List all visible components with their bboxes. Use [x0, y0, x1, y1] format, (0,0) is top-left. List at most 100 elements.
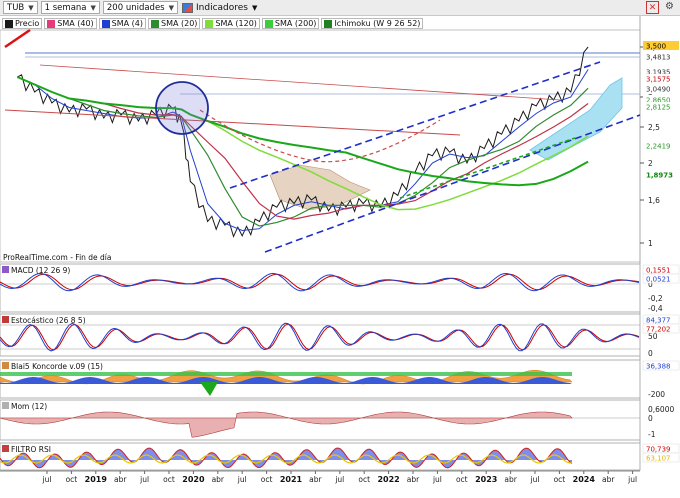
rsi-area — [0, 448, 572, 468]
indicator-tick-label: 0,6000 — [648, 405, 674, 414]
indicator-tick-label: -1 — [648, 430, 656, 439]
rsi-signal-line — [0, 454, 573, 464]
indicator-legend: Precio SMA (40) SMA (4) SMA (20) SMA (120) SM… — [2, 18, 424, 29]
toolbar: TUB ▼ 1 semana ▼ 200 unidades ▼ Indicado… — [0, 0, 680, 16]
indicator-title: MACD (12 26 9) — [11, 266, 70, 275]
legend-label: Ichimoku (W 9 26 52) — [334, 19, 421, 28]
legend-item[interactable]: SMA (200) — [261, 18, 320, 29]
indicator-panel — [0, 313, 641, 357]
indicator-icon — [2, 266, 9, 273]
indicator-title: Estocástico (26 8 5) — [11, 316, 86, 325]
time-tick-label: 2023 — [475, 475, 497, 484]
rsi-line — [0, 447, 573, 469]
channel-lower-line — [264, 114, 641, 253]
indicator-tag: 84,377 — [646, 317, 671, 325]
price-tick-label: 3,5 — [648, 43, 660, 52]
legend-item[interactable]: Ichimoku (W 9 26 52) — [321, 18, 424, 29]
chevron-down-icon: ▼ — [252, 3, 258, 12]
chevron-down-icon: ▼ — [28, 3, 34, 12]
indicator-icon — [2, 362, 9, 369]
chevron-down-icon: ▼ — [168, 3, 175, 12]
support-line — [399, 137, 576, 199]
price-tag: 2,8650 — [646, 97, 671, 105]
time-tick-label: jul — [530, 475, 540, 484]
legend-item[interactable]: SMA (40) — [44, 18, 97, 29]
indicator-tag-bg — [642, 264, 680, 275]
channel-upper-line — [229, 61, 601, 189]
legend-swatch — [205, 19, 214, 28]
time-tick-label: oct — [358, 475, 370, 484]
ichimoku-cloud — [529, 77, 623, 161]
legend-label: SMA (20) — [160, 19, 198, 28]
legend-swatch — [101, 19, 110, 28]
indicator-tick-label: 0 — [648, 349, 653, 358]
symbol-selector[interactable]: TUB ▼ — [3, 1, 38, 14]
indicators-button[interactable]: Indicadores ▼ — [182, 1, 257, 14]
time-tick-label: oct — [66, 475, 78, 484]
legend-item[interactable]: SMA (4) — [98, 18, 146, 29]
time-tick-label: 2019 — [85, 475, 108, 484]
price-tag: 3,500 — [646, 43, 666, 51]
trend-line — [39, 64, 561, 101]
time-tick-label: abr — [407, 475, 420, 484]
time-tick-label: oct — [261, 475, 273, 484]
price-tick-label: 3 — [648, 93, 653, 102]
time-tick-label: jul — [42, 475, 52, 484]
sma-200-line — [16, 76, 589, 187]
time-tick-label: oct — [554, 475, 566, 484]
indicator-tick-label: 0 — [648, 414, 653, 423]
stochastic-d-line — [0, 323, 640, 351]
indicator-panel — [0, 399, 641, 441]
indicator-tag-bg — [642, 360, 680, 371]
indicator-tag-bg — [642, 323, 680, 334]
koncorde-area — [0, 369, 573, 385]
trend-line — [4, 28, 31, 49]
legend-swatch — [47, 19, 56, 28]
price-tag: 3,4813 — [646, 54, 671, 62]
indicator-tag-bg — [642, 314, 680, 325]
stochastic-k-line — [0, 322, 640, 352]
price-tick-label: 1,6 — [648, 196, 660, 205]
indicator-title: Blai5 Koncorde v.09 (15) — [11, 362, 103, 371]
macd-signal-line — [0, 273, 640, 291]
settings-icon[interactable]: ⚙ — [663, 1, 676, 14]
legend-item[interactable]: Precio — [2, 18, 43, 29]
units-selector[interactable]: 200 unidades ▼ — [102, 1, 179, 14]
right-axis-bg — [640, 16, 680, 498]
sma-dashed-line — [199, 109, 441, 163]
price-tag-bg — [643, 74, 679, 83]
price-tag-bg — [643, 67, 679, 76]
ichimoku-cloud — [269, 164, 371, 211]
indicator-tick-label: 100 — [648, 443, 663, 452]
period-selector[interactable]: 1 semana ▼ — [40, 1, 100, 14]
legend-label: Precio — [15, 19, 40, 28]
price-tag-bg — [643, 141, 679, 150]
legend-item[interactable]: SMA (120) — [202, 18, 260, 29]
indicators-label: Indicadores — [196, 2, 248, 13]
legend-label: SMA (120) — [215, 19, 257, 28]
indicator-tag-bg — [642, 452, 680, 463]
chevron-down-icon: ▼ — [90, 3, 96, 12]
price-tag: 2,8125 — [646, 104, 671, 112]
sma-20-line — [17, 76, 589, 227]
time-tick-label: jul — [627, 475, 637, 484]
price-line — [17, 46, 589, 238]
indicator-title: FILTRO RSI — [11, 445, 51, 454]
sma-40-line — [17, 76, 589, 220]
legend-label: SMA (200) — [274, 19, 317, 28]
legend-swatch — [5, 19, 13, 28]
price-tag: 2,2419 — [646, 143, 671, 151]
time-tick-label: jul — [237, 475, 247, 484]
time-tick-label: 2020 — [182, 475, 205, 484]
price-tag: 3,0490 — [646, 86, 671, 94]
indicators-icon — [182, 2, 194, 13]
indicator-tag: 63,107 — [646, 455, 671, 463]
legend-item[interactable]: SMA (20) — [147, 18, 201, 29]
indicator-tick-label: -0,4 — [648, 304, 663, 313]
legend-swatch — [150, 19, 159, 28]
momentum-area — [0, 411, 573, 438]
close-icon[interactable]: ✕ — [646, 1, 659, 14]
indicator-tag: 36,388 — [646, 363, 671, 371]
sma-4-line — [17, 69, 589, 232]
legend-swatch — [264, 19, 273, 28]
